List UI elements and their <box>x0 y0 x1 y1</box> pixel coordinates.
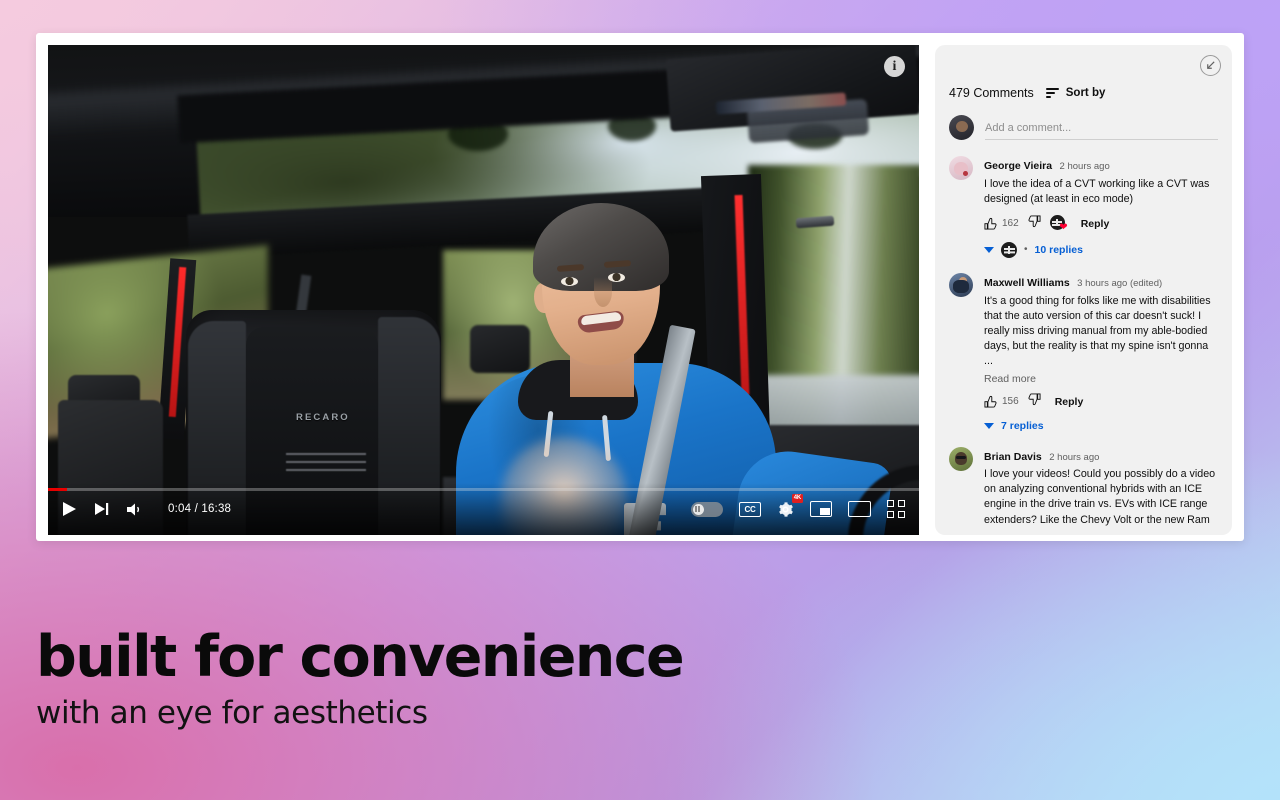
replier-avatar <box>1001 241 1017 258</box>
read-more-button[interactable]: Read more <box>984 373 1218 385</box>
like-button[interactable]: 162 <box>984 217 1019 231</box>
like-count: 162 <box>1002 218 1019 230</box>
person-eye <box>561 277 578 286</box>
volume-icon[interactable] <box>126 502 143 517</box>
info-icon[interactable]: i <box>884 56 905 77</box>
quality-badge: 4K <box>791 493 803 503</box>
reply-button[interactable]: Reply <box>1081 218 1110 230</box>
comment-author[interactable]: Maxwell Williams <box>984 277 1070 289</box>
media-card: RECARO i 0:04 / 16:38 CC 4K 479 Comments… <box>36 33 1244 541</box>
captions-icon[interactable]: CC <box>739 501 761 517</box>
chevron-down-icon <box>984 422 994 429</box>
seat-stitch-line <box>286 461 366 463</box>
add-comment-input[interactable] <box>985 122 1218 140</box>
fullscreen-icon[interactable] <box>887 500 905 518</box>
video-player[interactable]: RECARO i 0:04 / 16:38 CC 4K <box>48 45 919 535</box>
add-comment-row <box>949 115 1218 140</box>
settings-gear-icon[interactable]: 4K <box>777 493 803 518</box>
seat-stitch-line <box>286 469 366 471</box>
person-nose <box>594 277 612 307</box>
page-subtitle: with an eye for aesthetics <box>36 695 428 732</box>
comment-header: Maxwell Williams 3 hours ago (edited) <box>984 273 1218 291</box>
comment-header: George Vieira 2 hours ago <box>984 156 1218 174</box>
chevron-down-icon <box>984 246 994 253</box>
comments-header: 479 Comments Sort by <box>949 77 1218 109</box>
comment-timestamp: 3 hours ago (edited) <box>1077 277 1163 289</box>
comment-author[interactable]: George Vieira <box>984 160 1052 172</box>
comment-avatar[interactable] <box>949 272 973 297</box>
comment-avatar[interactable] <box>949 156 973 180</box>
comment-header: Brian Davis 2 hours ago <box>984 447 1218 465</box>
marketing-copy: built for convenience with an eye for ae… <box>36 624 685 732</box>
comment-text: It's a good thing for folks like me with… <box>984 294 1211 368</box>
rear-headrest-center <box>470 325 530 373</box>
comment-item: George Vieira 2 hours ago I love the ide… <box>949 156 1218 258</box>
current-user-avatar <box>949 115 974 140</box>
next-icon[interactable] <box>94 502 109 516</box>
comment-text: I love the idea of a CVT working like a … <box>984 177 1210 205</box>
autoplay-toggle[interactable] <box>691 501 723 517</box>
collapse-arrow-icon[interactable] <box>1200 55 1221 76</box>
like-count: 156 <box>1002 396 1019 407</box>
sort-icon <box>1045 88 1059 98</box>
creator-heart-badge: ❤ <box>1049 215 1068 234</box>
separator-dot: • <box>1024 244 1028 256</box>
seat-stitch-line <box>286 453 366 455</box>
dislike-button[interactable] <box>1028 215 1041 233</box>
comments-panel: 479 Comments Sort by George Vieira 2 hou… <box>935 45 1232 535</box>
dislike-button[interactable] <box>1028 392 1041 411</box>
replies-count-label: 10 replies <box>1034 243 1083 256</box>
miniplayer-icon[interactable] <box>810 501 832 517</box>
view-replies-button[interactable]: 7 replies <box>984 420 1218 432</box>
comment-actions: 156 Reply <box>984 392 1218 411</box>
comment-author[interactable]: Brian Davis <box>984 451 1042 463</box>
view-replies-button[interactable]: • 10 replies <box>984 241 1218 258</box>
play-icon[interactable] <box>62 501 77 517</box>
comment-text: I love your videos! Could you possibly d… <box>984 468 1216 535</box>
sort-by-label: Sort by <box>1065 87 1106 99</box>
video-time-display: 0:04 / 16:38 <box>168 503 232 515</box>
heart-icon: ❤ <box>1059 222 1068 234</box>
comment-item: Maxwell Williams 3 hours ago (edited) It… <box>949 272 1218 432</box>
video-frame: RECARO <box>48 45 919 535</box>
reply-button[interactable]: Reply <box>1055 396 1084 408</box>
page-title: built for convenience <box>36 624 685 690</box>
comment-avatar[interactable] <box>949 446 973 471</box>
comment-timestamp: 2 hours ago <box>1059 161 1110 172</box>
like-button[interactable]: 156 <box>984 395 1019 408</box>
comment-item: Brian Davis 2 hours ago I love your vide… <box>949 446 1218 535</box>
comment-actions: 162 ❤ Reply <box>984 215 1218 233</box>
theater-mode-icon[interactable] <box>848 501 871 517</box>
comments-count: 479 Comments <box>949 86 1034 100</box>
replies-count-label: 7 replies <box>1001 419 1044 432</box>
player-controls: 0:04 / 16:38 CC 4K <box>48 483 919 535</box>
sort-by-button[interactable]: Sort by <box>1045 87 1106 99</box>
recaro-logo-text: RECARO <box>296 412 350 423</box>
comment-timestamp: 2 hours ago <box>1049 451 1100 463</box>
